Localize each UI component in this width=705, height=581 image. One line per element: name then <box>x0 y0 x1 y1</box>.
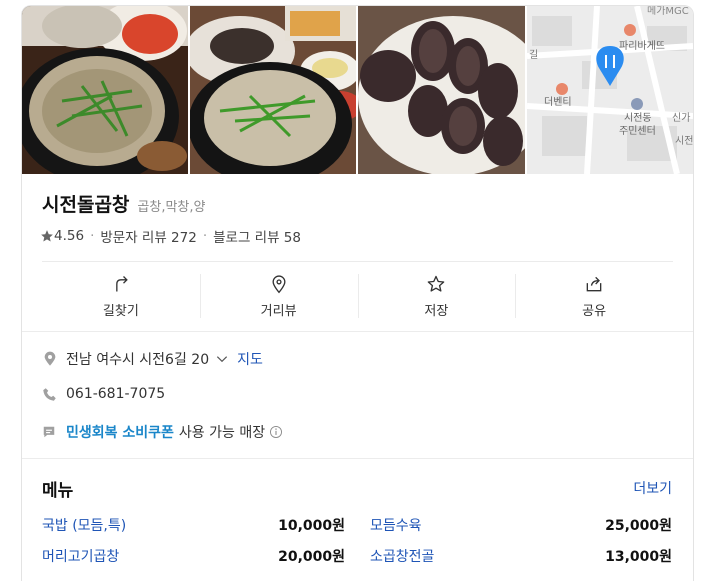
save-button[interactable]: 저장 <box>357 262 516 330</box>
address-row: 전남 여수시 시전6길 20 지도 <box>42 349 263 369</box>
chevron-down-icon[interactable] <box>215 352 229 366</box>
map-label-3: 시전동 <box>624 112 652 124</box>
blog-reviews-link[interactable]: 블로그 리뷰 58 <box>213 226 301 246</box>
streetview-button[interactable]: 거리뷰 <box>199 262 358 330</box>
share-label: 공유 <box>582 303 607 319</box>
share-icon <box>586 276 602 291</box>
map-label-5: 신가 <box>672 112 690 124</box>
place-name: 시전돌곱창 <box>42 194 130 216</box>
visitor-reviews-link[interactable]: 방문자 리뷰 272 <box>100 226 196 246</box>
phone-number[interactable]: 061-681-7075 <box>66 386 165 402</box>
location-icon <box>42 351 66 367</box>
directions-button[interactable]: 길찾기 <box>42 262 200 330</box>
photo-sundae[interactable] <box>358 6 525 174</box>
coupon-row: 민생회복 소비쿠폰 사용 가능 매장 <box>42 422 283 442</box>
place-category: 곱창,막창,양 <box>137 200 206 215</box>
directions-icon <box>116 275 128 291</box>
menu-item-name[interactable]: 머리고기곱창 <box>42 549 119 565</box>
location-pin-icon <box>272 274 286 293</box>
coupon-icon <box>42 425 66 439</box>
info-icon[interactable] <box>269 425 283 439</box>
map-label-6: 시전 <box>675 135 693 147</box>
star-rating-icon <box>41 230 53 242</box>
menu-item-price: 10,000원 <box>278 518 345 534</box>
coupon-name[interactable]: 민생회복 소비쿠폰 <box>66 422 174 442</box>
menu-item-name[interactable]: 국밥 (모듬,특) <box>42 518 126 534</box>
save-label: 저장 <box>424 303 449 319</box>
star-icon <box>428 275 445 292</box>
photo-strip: 메가MGC 파리바게뜨 더벤티 시전동 주민센터 신가 시전 길 <box>22 6 693 174</box>
map-link[interactable]: 지도 <box>237 349 263 369</box>
place-card: 메가MGC 파리바게뜨 더벤티 시전동 주민센터 신가 시전 길 시전돌곱창 곱… <box>21 5 694 581</box>
divider <box>22 331 693 332</box>
menu-item-name[interactable]: 모듬수육 <box>370 518 422 534</box>
menu-item-price: 13,000원 <box>605 549 672 565</box>
place-header: 시전돌곱창 곱창,막창,양 <box>42 190 205 217</box>
rating-value: 4.56 <box>54 228 85 244</box>
menu-item: 모듬수육 <box>370 515 422 535</box>
menu-item-name[interactable]: 소곱창전골 <box>370 549 434 565</box>
map-label-7: 길 <box>529 48 538 61</box>
map-label-0: 메가MGC <box>647 6 689 17</box>
menu-item: 머리고기곱창 <box>42 546 119 566</box>
divider <box>22 458 693 459</box>
coupon-text: 사용 가능 매장 <box>178 425 266 441</box>
phone-icon <box>42 387 66 402</box>
directions-label: 길찾기 <box>102 303 139 319</box>
map-label-1: 파리바게뜨 <box>619 40 665 52</box>
photo-gukbap-closeup[interactable] <box>190 6 356 174</box>
rating-row: 4.56 · 방문자 리뷰 272 · 블로그 리뷰 58 <box>40 226 301 246</box>
menu-item: 국밥 (모듬,특) <box>42 515 126 535</box>
mini-map[interactable]: 메가MGC 파리바게뜨 더벤티 시전동 주민센터 신가 시전 길 <box>527 6 693 174</box>
menu-item: 소곱창전골 <box>370 546 434 566</box>
menu-item-price: 25,000원 <box>605 518 672 534</box>
share-button[interactable]: 공유 <box>515 262 673 330</box>
streetview-label: 거리뷰 <box>260 303 297 319</box>
map-label-2: 더벤티 <box>544 96 572 108</box>
menu-title: 메뉴 <box>42 481 74 501</box>
address-text[interactable]: 전남 여수시 시전6길 20 <box>66 349 209 369</box>
phone-row: 061-681-7075 <box>42 386 165 402</box>
action-bar: 길찾기 거리뷰 저장 공유 <box>42 261 673 330</box>
menu-more-link[interactable]: 더보기 <box>633 478 672 498</box>
map-label-4: 주민센터 <box>619 125 656 137</box>
photo-gukbap[interactable] <box>22 6 188 174</box>
menu-item-price: 20,000원 <box>278 549 345 565</box>
